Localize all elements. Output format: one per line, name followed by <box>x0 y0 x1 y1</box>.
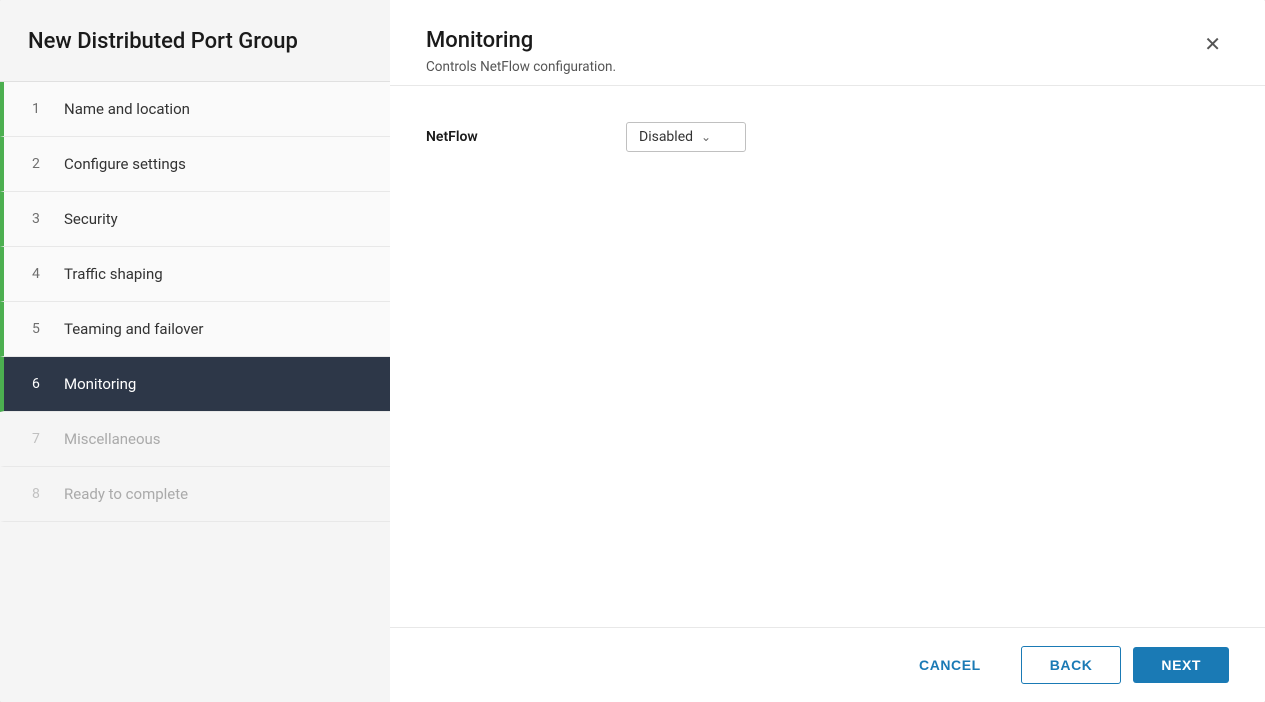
sidebar-steps: 1 Name and location 2 Configure settings 3 Se… <box>0 82 390 702</box>
step-label-7: Miscellaneous <box>64 430 161 448</box>
step-num-5: 5 <box>32 321 54 337</box>
step-label-4: Traffic shaping <box>64 265 163 283</box>
step-label-8: Ready to complete <box>64 485 188 503</box>
step-label-5: Teaming and failover <box>64 320 204 338</box>
chevron-down-icon: ⌄ <box>701 130 711 144</box>
main-header-text: Monitoring Controls NetFlow configuratio… <box>426 28 616 75</box>
sidebar-step-5[interactable]: 5 Teaming and failover <box>0 302 390 357</box>
step-num-2: 2 <box>32 156 54 172</box>
sidebar-step-3[interactable]: 3 Security <box>0 192 390 247</box>
sidebar-title: New Distributed Port Group <box>0 0 390 82</box>
step-label-1: Name and location <box>64 100 190 118</box>
main-description: Controls NetFlow configuration. <box>426 59 616 75</box>
sidebar-step-6[interactable]: 6 Monitoring <box>0 357 390 412</box>
main-header: Monitoring Controls NetFlow configuratio… <box>390 0 1265 86</box>
close-button[interactable]: ✕ <box>1196 28 1229 61</box>
main-footer: CANCEL BACK NEXT <box>390 627 1265 702</box>
netflow-select[interactable]: Disabled ⌄ <box>626 122 746 152</box>
sidebar-step-4[interactable]: 4 Traffic shaping <box>0 247 390 302</box>
netflow-value: Disabled <box>639 129 693 145</box>
main-body: NetFlow Disabled ⌄ <box>390 86 1265 627</box>
main-title: Monitoring <box>426 28 616 53</box>
sidebar: New Distributed Port Group 1 Name and loc… <box>0 0 390 702</box>
step-num-3: 3 <box>32 211 54 227</box>
netflow-field-row: NetFlow Disabled ⌄ <box>426 122 1229 152</box>
step-num-1: 1 <box>32 101 54 117</box>
sidebar-step-2[interactable]: 2 Configure settings <box>0 137 390 192</box>
step-num-6: 6 <box>32 376 54 392</box>
step-num-7: 7 <box>32 431 54 447</box>
main-content: Monitoring Controls NetFlow configuratio… <box>390 0 1265 702</box>
next-button[interactable]: NEXT <box>1133 647 1229 683</box>
step-num-8: 8 <box>32 486 54 502</box>
cancel-button[interactable]: CANCEL <box>891 647 1009 683</box>
step-label-6: Monitoring <box>64 375 136 393</box>
netflow-label: NetFlow <box>426 129 626 145</box>
sidebar-step-1[interactable]: 1 Name and location <box>0 82 390 137</box>
sidebar-step-8: 8 Ready to complete <box>0 467 390 522</box>
step-label-3: Security <box>64 210 118 228</box>
step-label-2: Configure settings <box>64 155 186 173</box>
back-button[interactable]: BACK <box>1021 646 1122 684</box>
dialog: New Distributed Port Group 1 Name and loc… <box>0 0 1265 702</box>
sidebar-step-7: 7 Miscellaneous <box>0 412 390 467</box>
step-num-4: 4 <box>32 266 54 282</box>
